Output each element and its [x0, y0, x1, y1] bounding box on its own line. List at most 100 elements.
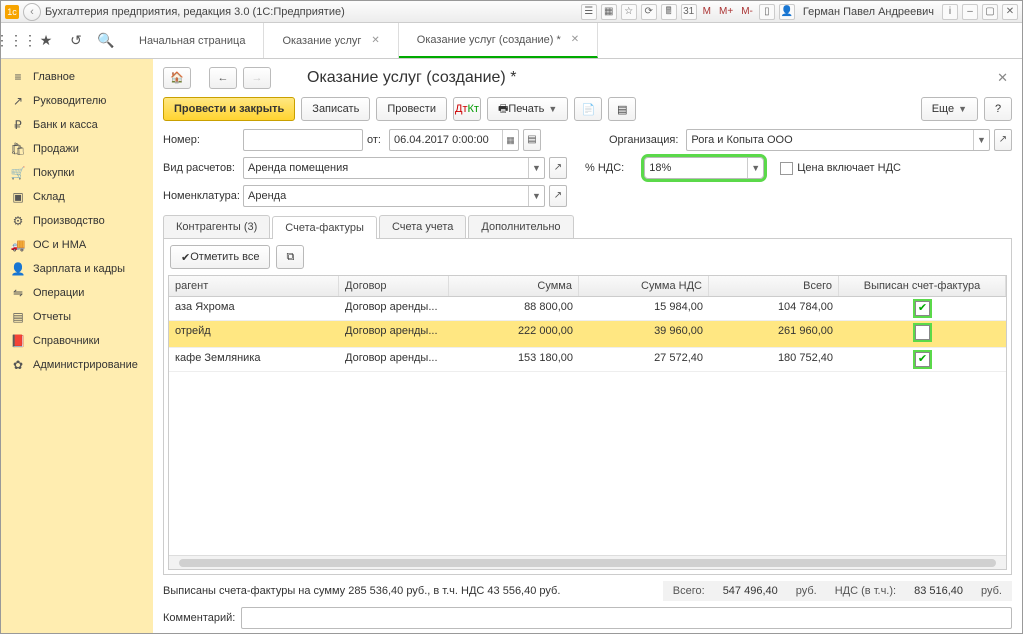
- col-sum[interactable]: Сумма: [449, 276, 579, 296]
- sidebar-item-assets[interactable]: 🚚ОС и НМА: [1, 233, 153, 257]
- calc-select[interactable]: Аренда помещения▼: [243, 157, 545, 179]
- sidebar-item-manager[interactable]: ↗Руководителю: [1, 89, 153, 113]
- tb-tool-4[interactable]: ⟳: [641, 4, 657, 20]
- cart-icon: 🛒: [11, 166, 25, 180]
- tb-tool-3[interactable]: ☆: [621, 4, 637, 20]
- save-button[interactable]: Записать: [301, 97, 370, 121]
- tb-tool-calendar[interactable]: 31: [681, 4, 697, 20]
- sidebar-item-purchases[interactable]: 🛒Покупки: [1, 161, 153, 185]
- mark-all-button[interactable]: ✔ Отметить все: [170, 245, 270, 269]
- tab-services-create[interactable]: Оказание услуг (создание) *✕: [399, 23, 598, 58]
- create-based-button[interactable]: 📄: [574, 97, 602, 121]
- org-open-button[interactable]: ↗: [994, 129, 1012, 151]
- subtab-accounts[interactable]: Счета учета: [379, 215, 466, 238]
- row-checkbox[interactable]: [915, 325, 930, 340]
- help-button[interactable]: ?: [984, 97, 1012, 121]
- table-row[interactable]: кафе Земляника Договор аренды... 153 180…: [169, 348, 1006, 372]
- more-button[interactable]: Еще▼: [921, 97, 978, 121]
- col-invoice-issued[interactable]: Выписан счет-фактура: [839, 276, 1006, 296]
- sidebar-item-production[interactable]: ⚙Производство: [1, 209, 153, 233]
- nav-back-button[interactable]: ←: [209, 67, 237, 89]
- subtab-additional[interactable]: Дополнительно: [468, 215, 573, 238]
- col-vat[interactable]: Сумма НДС: [579, 276, 709, 296]
- calc-open-button[interactable]: ↗: [549, 157, 567, 179]
- dt-kt-button[interactable]: ДтКт: [453, 97, 481, 121]
- date-ext-button[interactable]: ▤: [523, 129, 541, 151]
- nom-select[interactable]: Аренда▼: [243, 185, 545, 207]
- sidebar-item-main[interactable]: ≡Главное: [1, 65, 153, 89]
- row-checkbox[interactable]: ✔: [915, 352, 930, 367]
- tab-start[interactable]: Начальная страница: [121, 23, 264, 58]
- chevron-down-icon[interactable]: ▼: [747, 158, 763, 178]
- total-value: 547 496,40: [723, 585, 778, 597]
- col-total[interactable]: Всего: [709, 276, 839, 296]
- mem-mplus[interactable]: M+: [717, 6, 735, 17]
- copy-button[interactable]: ⧉: [276, 245, 304, 269]
- price-includes-vat-checkbox[interactable]: [780, 162, 793, 175]
- post-button[interactable]: Провести: [376, 97, 447, 121]
- horizontal-scrollbar[interactable]: [169, 555, 1006, 569]
- nom-open-button[interactable]: ↗: [549, 185, 567, 207]
- user-name[interactable]: Герман Павел Андреевич: [799, 6, 938, 18]
- cog-icon: ✿: [11, 358, 25, 372]
- close-icon[interactable]: ✕: [571, 34, 579, 45]
- table-row[interactable]: отрейд Договор аренды... 222 000,00 39 9…: [169, 321, 1006, 348]
- org-select[interactable]: Рога и Копыта ООО▼: [686, 129, 990, 151]
- col-contract[interactable]: Договор: [339, 276, 449, 296]
- close-window-button[interactable]: ✕: [1002, 4, 1018, 20]
- page-close-button[interactable]: ✕: [993, 68, 1012, 88]
- menu-icon: ≡: [11, 70, 25, 84]
- history-icon[interactable]: ↺: [61, 23, 91, 58]
- post-close-button[interactable]: Провести и закрыть: [163, 97, 295, 121]
- home-button[interactable]: 🏠: [163, 67, 191, 89]
- box-icon: ▣: [11, 190, 25, 204]
- sidebar-item-reports[interactable]: ▤Отчеты: [1, 305, 153, 329]
- search-icon[interactable]: 🔍: [91, 23, 121, 58]
- col-contragent[interactable]: рагент: [169, 276, 339, 296]
- back-round-button[interactable]: ‹: [23, 3, 41, 21]
- table-row[interactable]: аза Яхрома Договор аренды... 88 800,00 1…: [169, 297, 1006, 321]
- sidebar-item-label: Администрирование: [33, 359, 138, 371]
- nav-forward-button[interactable]: →: [243, 67, 271, 89]
- number-input[interactable]: [243, 129, 363, 151]
- sidebar-item-operations[interactable]: ⇋Операции: [1, 281, 153, 305]
- mem-mminus[interactable]: M-: [739, 6, 755, 17]
- info-button[interactable]: i: [942, 4, 958, 20]
- comment-input[interactable]: [241, 607, 1012, 629]
- sidebar-item-bank[interactable]: ₽Банк и касса: [1, 113, 153, 137]
- report-button[interactable]: ▤: [608, 97, 636, 121]
- chevron-down-icon[interactable]: ▼: [528, 158, 544, 178]
- sidebar-item-warehouse[interactable]: ▣ Склад: [1, 185, 153, 209]
- invoice-tab-panel: ✔ Отметить все ⧉ рагент Договор Сумма Су…: [163, 239, 1012, 575]
- tb-tool-2[interactable]: ▦: [601, 4, 617, 20]
- sidebar-item-admin[interactable]: ✿ Администрирование: [1, 353, 153, 377]
- bag-icon: 🛍: [11, 142, 25, 156]
- tab-services[interactable]: Оказание услуг✕: [264, 23, 398, 58]
- sidebar-item-catalogs[interactable]: 📕Справочники: [1, 329, 153, 353]
- subtab-invoices[interactable]: Счета-фактуры: [272, 216, 377, 239]
- mem-m[interactable]: M: [701, 6, 713, 17]
- subtab-contragents[interactable]: Контрагенты (3): [163, 215, 270, 238]
- sidebar-item-label: Склад: [33, 191, 65, 203]
- maximize-button[interactable]: ▢: [982, 4, 998, 20]
- book-icon: 📕: [11, 334, 25, 348]
- vat-select[interactable]: 18%▼: [644, 157, 764, 179]
- calendar-icon[interactable]: ▦: [502, 130, 518, 150]
- tb-tool-1[interactable]: ☰: [581, 4, 597, 20]
- sidebar-item-hr[interactable]: 👤Зарплата и кадры: [1, 257, 153, 281]
- print-button[interactable]: 🖶 Печать▼: [487, 97, 568, 121]
- chevron-down-icon[interactable]: ▼: [528, 186, 544, 206]
- tb-tool-5[interactable]: 🖩: [661, 4, 677, 20]
- user-icon[interactable]: 👤: [779, 4, 795, 20]
- date-input[interactable]: 06.04.2017 0:00:00▦: [389, 129, 519, 151]
- row-checkbox[interactable]: ✔: [915, 301, 930, 316]
- sidebar-item-sales[interactable]: 🛍Продажи: [1, 137, 153, 161]
- close-icon[interactable]: ✕: [371, 35, 379, 46]
- vat-currency: руб.: [981, 585, 1002, 597]
- chevron-down-icon[interactable]: ▼: [973, 130, 989, 150]
- tb-list[interactable]: ▯: [759, 4, 775, 20]
- calc-label: Вид расчетов:: [163, 162, 239, 174]
- minimize-button[interactable]: –: [962, 4, 978, 20]
- apps-icon[interactable]: ⋮⋮⋮: [1, 23, 31, 58]
- star-icon[interactable]: ★: [31, 23, 61, 58]
